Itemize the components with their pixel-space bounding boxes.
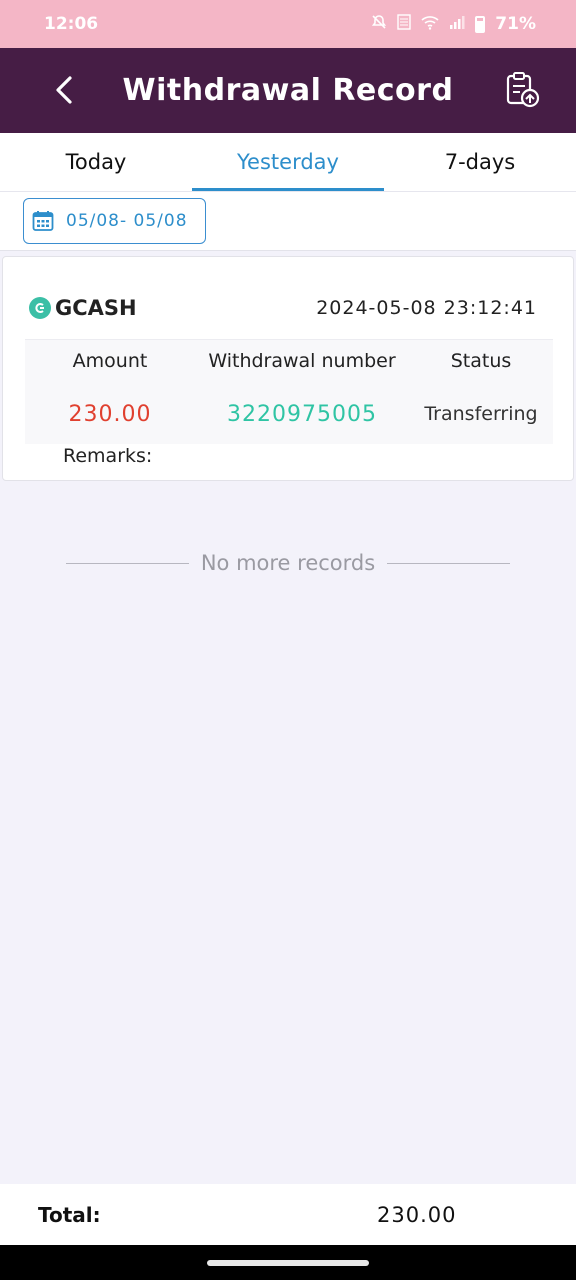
back-button[interactable] bbox=[44, 70, 84, 110]
date-range-text: 05/08- 05/08 bbox=[66, 211, 188, 231]
signal-icon bbox=[449, 14, 465, 34]
wifi-icon bbox=[421, 14, 439, 34]
divider-right bbox=[387, 562, 511, 564]
record-header: GCASH 2024-05-08 23:12:41 bbox=[29, 293, 537, 323]
date-filter-bar: 05/08- 05/08 bbox=[0, 192, 576, 251]
mute-icon bbox=[371, 14, 387, 34]
divider-left bbox=[66, 562, 189, 564]
total-label: Total: bbox=[38, 1202, 101, 1227]
tab-yesterday[interactable]: Yesterday bbox=[192, 133, 384, 191]
tab-today[interactable]: Today bbox=[0, 133, 192, 191]
volte-icon bbox=[397, 14, 411, 34]
record-details: Amount Withdrawal number Status 230.00 3… bbox=[25, 339, 553, 444]
tab-7-days[interactable]: 7-days bbox=[384, 133, 576, 191]
status-time: 12:06 bbox=[44, 14, 99, 34]
home-gesture-handle[interactable] bbox=[207, 1260, 369, 1266]
amount-header: Amount bbox=[72, 350, 148, 372]
record-columns: Amount Withdrawal number Status bbox=[25, 340, 553, 382]
battery-icon bbox=[475, 15, 486, 33]
amount-value: 230.00 bbox=[68, 401, 152, 427]
total-value: 230.00 bbox=[377, 1202, 457, 1227]
no-more-records-text: No more records bbox=[200, 551, 376, 575]
status-bar: 12:06 71% bbox=[0, 0, 576, 48]
app-header: Withdrawal Record bbox=[0, 48, 576, 133]
list-end-indicator: No more records bbox=[66, 545, 511, 581]
payment-method-label: GCASH bbox=[55, 296, 137, 320]
chevron-left-icon bbox=[56, 76, 72, 104]
payment-method: GCASH bbox=[29, 296, 137, 320]
withdrawal-record-card[interactable]: GCASH 2024-05-08 23:12:41 Amount Withdra… bbox=[2, 256, 574, 481]
record-values: 230.00 3220975005 Transferring bbox=[25, 382, 553, 446]
clipboard-upload-button[interactable] bbox=[500, 68, 544, 112]
remarks-label: Remarks: bbox=[63, 445, 153, 467]
total-footer: Total: 230.00 bbox=[0, 1184, 576, 1245]
status-header: Status bbox=[450, 350, 512, 372]
withdrawal-number-header: Withdrawal number bbox=[208, 350, 396, 372]
calendar-icon bbox=[32, 211, 54, 231]
page-title: Withdrawal Record bbox=[122, 73, 454, 108]
status-value: Transferring bbox=[424, 403, 538, 425]
status-icons: 71% bbox=[371, 14, 536, 34]
clipboard-upload-icon bbox=[506, 72, 540, 108]
battery-level: 71% bbox=[495, 14, 536, 34]
gcash-icon bbox=[29, 297, 51, 319]
withdrawal-number-value[interactable]: 3220975005 bbox=[195, 402, 409, 427]
date-range-picker[interactable]: 05/08- 05/08 bbox=[23, 198, 206, 244]
record-timestamp: 2024-05-08 23:12:41 bbox=[316, 297, 537, 319]
date-tabs: Today Yesterday 7-days bbox=[0, 133, 576, 192]
system-nav-bar bbox=[0, 1245, 576, 1280]
